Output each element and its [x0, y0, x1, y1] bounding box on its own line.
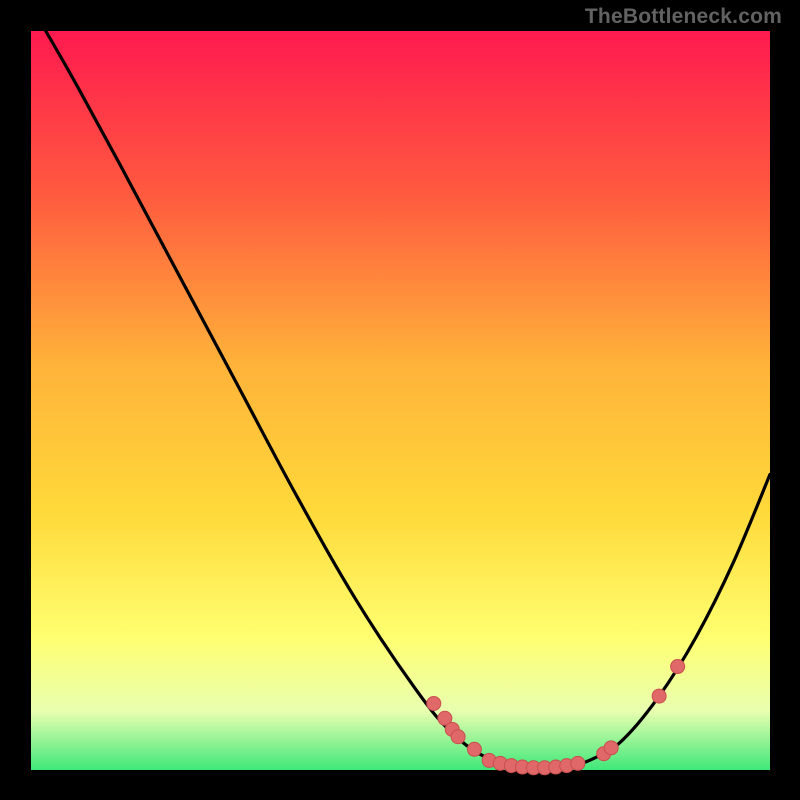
watermark-text: TheBottleneck.com	[585, 5, 782, 29]
chart-container: TheBottleneck.com	[0, 0, 800, 800]
data-point	[427, 696, 441, 710]
data-point	[451, 730, 465, 744]
data-point	[652, 689, 666, 703]
data-point	[671, 660, 685, 674]
plot-background	[31, 31, 770, 770]
data-point	[571, 756, 585, 770]
bottleneck-chart	[0, 0, 800, 800]
data-point	[467, 742, 481, 756]
data-point	[604, 741, 618, 755]
